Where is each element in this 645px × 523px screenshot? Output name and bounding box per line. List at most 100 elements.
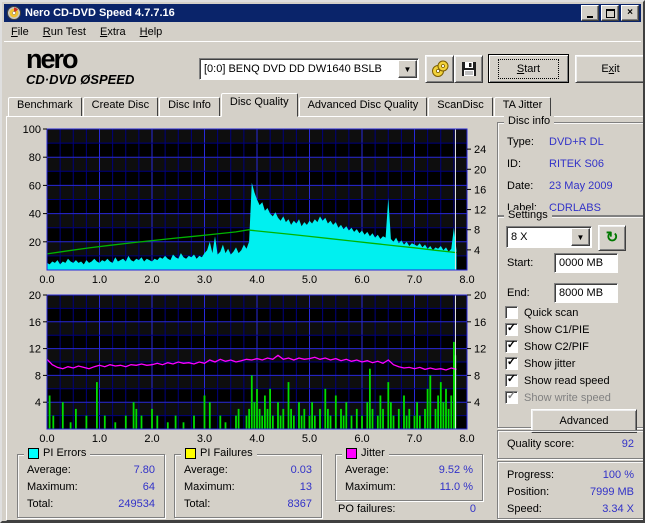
svg-text:8: 8: [35, 370, 41, 382]
checkbox-box: ✓: [505, 323, 518, 336]
pi-errors-swatch: [28, 448, 39, 459]
pi-errors-title: PI Errors: [43, 448, 86, 459]
svg-text:20: 20: [29, 290, 41, 302]
tab-advanced-disc-quality[interactable]: Advanced Disc Quality: [299, 97, 428, 117]
disc-tools-button[interactable]: [425, 55, 454, 83]
drive-select[interactable]: [0:0] BENQ DVD DD DW1640 BSLB ▼: [199, 58, 419, 80]
app-window: Nero CD-DVD Speed 4.7.7.16 × File Run Te…: [0, 0, 645, 523]
speed-select-arrow[interactable]: ▼: [571, 228, 590, 246]
pi-failures-stats: PI Failures Average:0.03 Maximum:13 Tota…: [174, 454, 322, 518]
svg-text:12: 12: [474, 205, 486, 217]
svg-text:1.0: 1.0: [92, 433, 107, 445]
start-button[interactable]: Start: [488, 54, 569, 83]
speed-select[interactable]: 8 X ▼: [506, 226, 592, 248]
disc-type-value: DVD+R DL: [549, 136, 604, 148]
svg-text:12: 12: [474, 344, 486, 356]
svg-text:7.0: 7.0: [407, 433, 422, 445]
svg-text:20: 20: [474, 290, 486, 302]
check-icon: ✓: [507, 340, 516, 351]
average-label: Average:: [184, 464, 228, 476]
disc-id-label: ID:: [507, 158, 521, 170]
maximum-label: Maximum:: [184, 481, 235, 493]
pi-failures-maximum: 13: [300, 481, 312, 493]
jitter-maximum: 11.0 %: [440, 481, 473, 493]
menu-file[interactable]: File: [4, 24, 36, 40]
speed-label: Speed:: [507, 503, 542, 515]
pi-failures-title: PI Failures: [200, 448, 253, 459]
maximize-button[interactable]: [601, 5, 619, 21]
minimize-button[interactable]: [581, 5, 599, 21]
tab-create-disc[interactable]: Create Disc: [83, 97, 158, 117]
toolbar: nero CD·DVD ØSPEED [0:0] BENQ DVD DD DW1…: [4, 41, 641, 95]
checkbox-box: ✓: [505, 357, 518, 370]
app-icon: [7, 6, 21, 20]
menu-run-test[interactable]: Run Test: [36, 24, 93, 40]
show-c1-pie-checkbox[interactable]: ✓ Show C1/PIE: [505, 323, 589, 336]
svg-text:16: 16: [474, 184, 486, 196]
pi-errors-stats: PI Errors Average:7.80 Maximum:64 Total:…: [17, 454, 165, 518]
svg-text:12: 12: [29, 344, 41, 356]
drive-select-arrow[interactable]: ▼: [398, 60, 417, 78]
svg-text:3.0: 3.0: [197, 274, 212, 286]
svg-text:8.0: 8.0: [459, 274, 474, 286]
maximize-icon: [606, 9, 615, 18]
close-icon: ×: [627, 8, 633, 18]
tab-ta-jitter[interactable]: TA Jitter: [494, 97, 552, 117]
pi-failures-average: 0.03: [291, 464, 312, 476]
close-button[interactable]: ×: [621, 5, 639, 21]
quality-score-value: 92: [622, 438, 634, 450]
svg-text:4: 4: [474, 245, 480, 257]
jitter-title: Jitter: [361, 448, 385, 459]
settings-group: Settings 8 X ▼ ↻ Start: 0000 MB End: 800…: [497, 216, 644, 428]
svg-text:8: 8: [474, 225, 480, 237]
svg-text:2.0: 2.0: [144, 433, 159, 445]
tab-benchmark[interactable]: Benchmark: [8, 97, 82, 117]
drive-select-value: [0:0] BENQ DVD DD DW1640 BSLB: [204, 63, 382, 75]
jitter-stats: Jitter Average:9.52 % Maximum:11.0 %: [335, 454, 483, 501]
svg-text:20: 20: [29, 237, 41, 249]
pi-failures-jitter-chart: 48121620481216200.01.02.03.04.05.06.07.0…: [15, 290, 489, 448]
show-read-speed-checkbox[interactable]: ✓ Show read speed: [505, 374, 610, 387]
quick-scan-checkbox[interactable]: ✓ Quick scan: [505, 306, 578, 319]
svg-text:100: 100: [23, 124, 41, 136]
pi-errors-chart: 2040608010048121620240.01.02.03.04.05.06…: [15, 120, 489, 287]
window-title: Nero CD-DVD Speed 4.7.7.16: [25, 7, 581, 19]
disc-info-group: Disc info Type:DVD+R DL ID:RITEK S06 Dat…: [497, 122, 644, 216]
refresh-button[interactable]: ↻: [598, 225, 626, 251]
pi-errors-total: 249534: [118, 498, 155, 510]
checkbox-box: ✓: [505, 374, 518, 387]
save-button[interactable]: [454, 55, 483, 83]
checkbox-box: ✓: [505, 306, 518, 319]
show-jitter-checkbox[interactable]: ✓ Show jitter: [505, 357, 575, 370]
svg-text:7.0: 7.0: [407, 274, 422, 286]
svg-text:16: 16: [29, 317, 41, 329]
nero-logo: nero CD·DVD ØSPEED: [26, 46, 134, 86]
disc-id-value: RITEK S06: [549, 158, 604, 170]
speed-select-value: 8 X: [511, 231, 528, 243]
disc-date-value: 23 May 2009: [549, 180, 613, 192]
svg-text:24: 24: [474, 144, 486, 156]
title-bar: Nero CD-DVD Speed 4.7.7.16 ×: [4, 4, 641, 22]
menu-extra[interactable]: Extra: [93, 24, 133, 40]
tab-disc-info[interactable]: Disc Info: [159, 97, 220, 117]
refresh-icon: ↻: [606, 231, 619, 245]
svg-text:5.0: 5.0: [302, 433, 317, 445]
svg-text:8: 8: [474, 370, 480, 382]
position-value: 7999 MB: [590, 486, 634, 498]
show-c2-pif-checkbox[interactable]: ✓ Show C2/PIF: [505, 340, 589, 353]
end-position-field[interactable]: 8000 MB: [554, 283, 618, 303]
jitter-swatch: [346, 448, 357, 459]
menu-help[interactable]: Help: [133, 24, 170, 40]
exit-button[interactable]: Exit: [575, 55, 645, 83]
disc-date-label: Date:: [507, 180, 533, 192]
svg-text:2.0: 2.0: [144, 274, 159, 286]
check-icon: ✓: [507, 374, 516, 385]
tab-disc-quality[interactable]: Disc Quality: [221, 93, 298, 117]
position-label: Position:: [507, 486, 549, 498]
nero-logo-text: nero: [26, 46, 134, 73]
progress-panel: Progress:100 % Position:7999 MB Speed:3.…: [497, 461, 644, 519]
start-position-field[interactable]: 0000 MB: [554, 253, 618, 273]
tab-scandisc[interactable]: ScanDisc: [428, 97, 492, 117]
check-icon: ✓: [507, 323, 516, 334]
show-write-speed-checkbox: ✓ Show write speed: [505, 391, 611, 404]
